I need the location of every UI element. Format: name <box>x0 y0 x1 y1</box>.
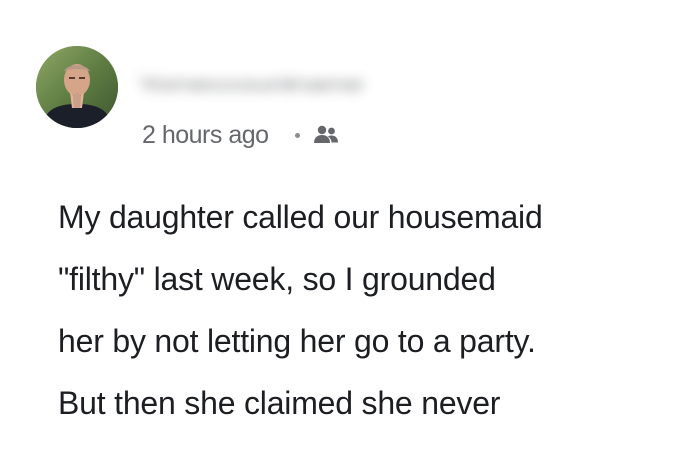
author-avatar[interactable] <box>36 46 118 128</box>
post-text-line: "filthy" last week, so I grounded <box>58 261 496 297</box>
author-name-text: Yomeccountname <box>138 74 364 95</box>
post-timestamp[interactable]: 2 hours ago <box>142 121 269 150</box>
post-body: My daughter called our housemaid "filthy… <box>58 186 658 434</box>
post-card: Yomeccountname 2 hours ago My daughter c… <box>0 0 674 452</box>
meta-separator-dot <box>294 132 300 138</box>
post-text-line: My daughter called our housemaid <box>58 199 543 235</box>
author-name[interactable]: Yomeccountname <box>138 70 410 100</box>
post-text-line: But then she claimed she never <box>58 385 501 421</box>
avatar-photo-icon <box>36 46 118 128</box>
post-text-line: her by not letting her go to a party. <box>58 323 536 359</box>
post-meta: 2 hours ago <box>142 120 340 150</box>
friends-audience-icon[interactable] <box>312 123 340 147</box>
